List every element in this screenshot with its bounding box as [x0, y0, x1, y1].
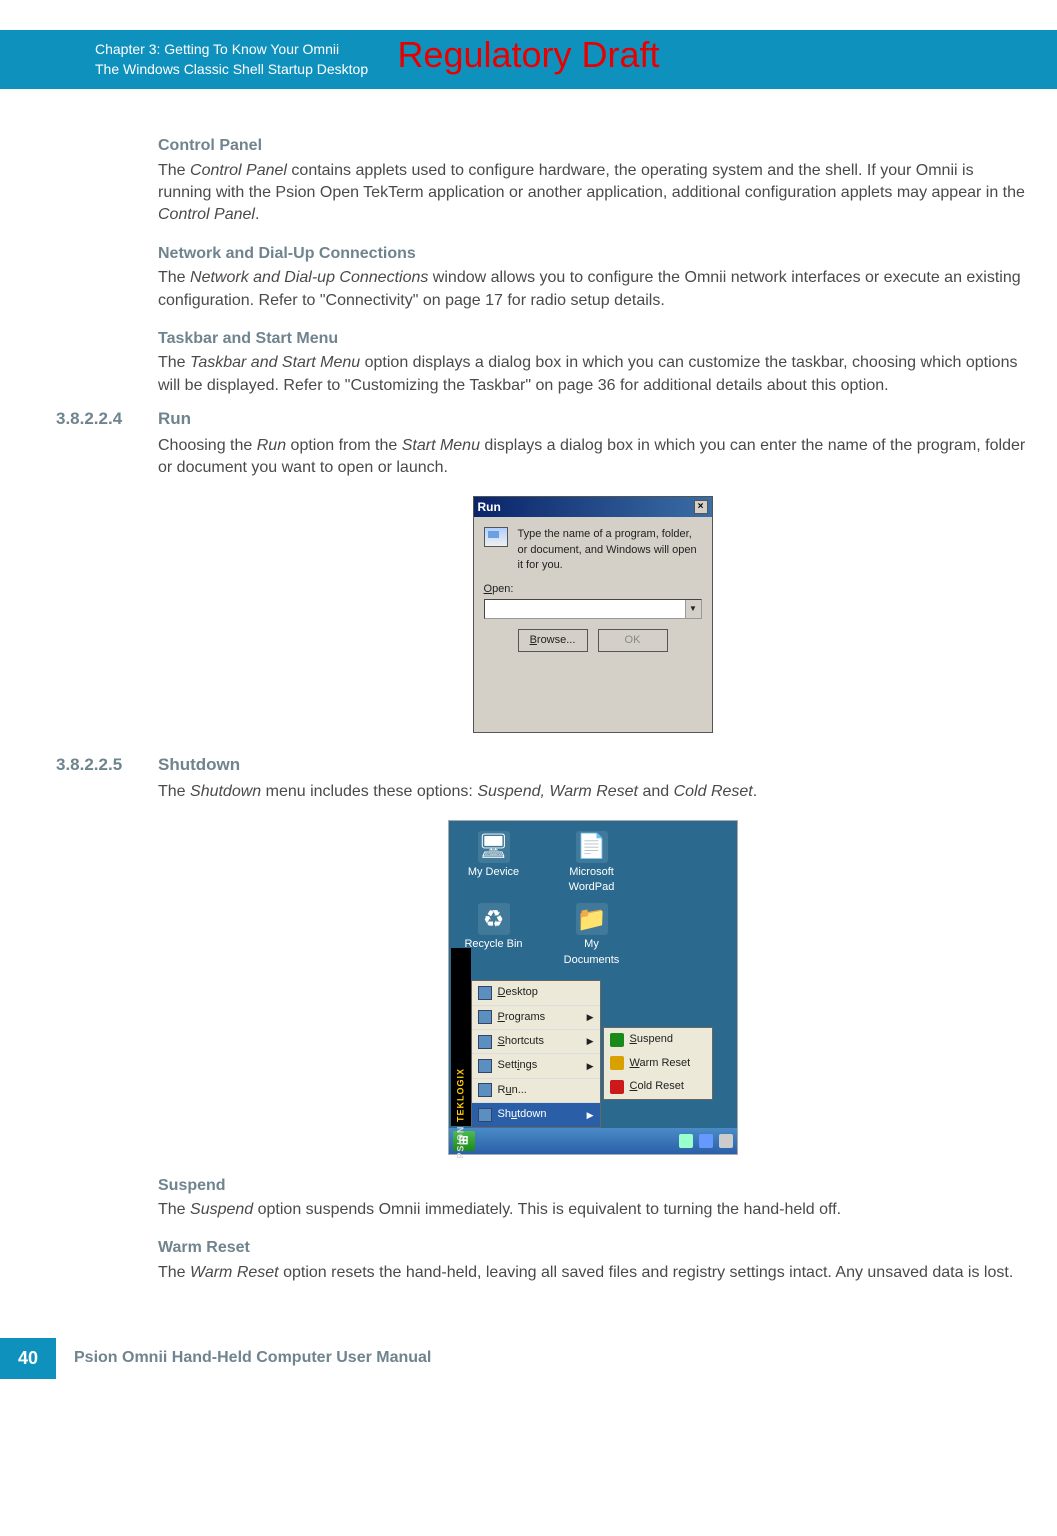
close-icon[interactable]: × [694, 500, 708, 514]
section-number-shutdown: 3.8.2.2.5 [56, 753, 158, 777]
section-number-run: 3.8.2.2.4 [56, 407, 158, 431]
run-icon [484, 527, 508, 547]
run-open-combobox[interactable]: ▼ [484, 599, 702, 619]
tray-icon[interactable] [699, 1134, 713, 1148]
heading-control-panel: Control Panel [158, 135, 1027, 157]
computer-icon: 🖥 [478, 831, 510, 863]
heading-taskbar: Taskbar and Start Menu [158, 328, 1027, 350]
start-menu-brand-strip: PSION TEKLOGIX [451, 948, 471, 1126]
ok-button[interactable]: OK [598, 629, 668, 652]
section-title-shutdown: Shutdown [158, 753, 240, 777]
run-open-input[interactable] [485, 600, 685, 618]
para-control-panel: The Control Panel contains applets used … [158, 160, 1027, 227]
heading-suspend: Suspend [158, 1175, 1027, 1197]
heading-network: Network and Dial-Up Connections [158, 243, 1027, 265]
start-menu: Desktop Programs ▶ Shortcuts ▶ Settings [471, 980, 601, 1127]
desktop-icon-my-device[interactable]: 🖥 My Device [459, 831, 529, 896]
submenu-suspend[interactable]: Suspend [604, 1028, 712, 1051]
shutdown-submenu: Suspend Warm Reset Cold Reset [603, 1027, 713, 1099]
page-footer: 40 Psion Omnii Hand-Held Computer User M… [0, 1338, 1057, 1379]
chevron-right-icon: ▶ [587, 1011, 594, 1024]
chevron-right-icon: ▶ [587, 1035, 594, 1048]
tray-icon[interactable] [719, 1134, 733, 1148]
start-item-run[interactable]: Run... [472, 1079, 600, 1103]
section-line: The Windows Classic Shell Startup Deskto… [95, 60, 1037, 80]
para-shutdown: The Shutdown menu includes these options… [158, 781, 1027, 803]
para-network: The Network and Dial-up Connections wind… [158, 267, 1027, 312]
warm-reset-icon [610, 1056, 624, 1070]
chapter-line: Chapter 3: Getting To Know Your Omnii [95, 40, 1037, 60]
para-taskbar: The Taskbar and Start Menu option displa… [158, 352, 1027, 397]
suspend-icon [610, 1033, 624, 1047]
start-item-programs[interactable]: Programs ▶ [472, 1006, 600, 1030]
tray-icon[interactable] [679, 1134, 693, 1148]
settings-icon [478, 1059, 492, 1073]
para-run: Choosing the Run option from the Start M… [158, 435, 1027, 480]
start-item-desktop[interactable]: Desktop [472, 981, 600, 1005]
run-dialog-fill [474, 662, 712, 732]
cold-reset-icon [610, 1080, 624, 1094]
programs-icon [478, 1010, 492, 1024]
run-icon [478, 1083, 492, 1097]
chevron-right-icon: ▶ [587, 1109, 594, 1122]
manual-title: Psion Omnii Hand-Held Computer User Manu… [74, 1347, 431, 1369]
figure-shutdown-menu: 🖥 My Device 📄 Microsoft WordPad ♻ Recycl… [158, 820, 1027, 1155]
page-number: 40 [0, 1338, 56, 1379]
chevron-down-icon[interactable]: ▼ [685, 600, 701, 618]
section-run-heading: 3.8.2.2.4 Run [158, 407, 1027, 431]
chevron-right-icon: ▶ [587, 1060, 594, 1073]
run-dialog-desc: Type the name of a program, folder, or d… [518, 527, 702, 573]
para-warm-reset: The Warm Reset option resets the hand-he… [158, 1262, 1027, 1284]
desktop-icon-wordpad[interactable]: 📄 Microsoft WordPad [557, 831, 627, 896]
start-item-shortcuts[interactable]: Shortcuts ▶ [472, 1030, 600, 1054]
para-suspend: The Suspend option suspends Omnii immedi… [158, 1199, 1027, 1221]
wordpad-icon: 📄 [576, 831, 608, 863]
desktop-icon-my-documents[interactable]: 📁 My Documents [557, 903, 627, 968]
run-dialog-titlebar: Run × [474, 497, 712, 518]
desktop-screenshot: 🖥 My Device 📄 Microsoft WordPad ♻ Recycl… [448, 820, 738, 1155]
section-shutdown-heading: 3.8.2.2.5 Shutdown [158, 753, 1027, 777]
taskbar: ⊞ [449, 1128, 737, 1154]
desktop-icon [478, 986, 492, 1000]
start-item-settings[interactable]: Settings ▶ [472, 1054, 600, 1078]
start-item-shutdown[interactable]: Shutdown ▶ [472, 1103, 600, 1126]
figure-run-dialog: Run × Type the name of a program, folder… [158, 496, 1027, 734]
browse-button[interactable]: Browse... [518, 629, 588, 652]
submenu-cold-reset[interactable]: Cold Reset [604, 1075, 712, 1098]
shortcuts-icon [478, 1035, 492, 1049]
heading-warm-reset: Warm Reset [158, 1237, 1027, 1259]
submenu-warm-reset[interactable]: Warm Reset [604, 1052, 712, 1075]
run-dialog-window: Run × Type the name of a program, folder… [473, 496, 713, 734]
chapter-header: Chapter 3: Getting To Know Your Omnii Th… [0, 30, 1057, 89]
section-title-run: Run [158, 407, 191, 431]
page-content: Control Panel The Control Panel contains… [0, 89, 1057, 1308]
recycle-bin-icon: ♻ [478, 903, 510, 935]
run-dialog-title: Run [478, 499, 501, 516]
shutdown-icon [478, 1108, 492, 1122]
run-open-label: Open: [484, 582, 702, 597]
folder-icon: 📁 [576, 903, 608, 935]
